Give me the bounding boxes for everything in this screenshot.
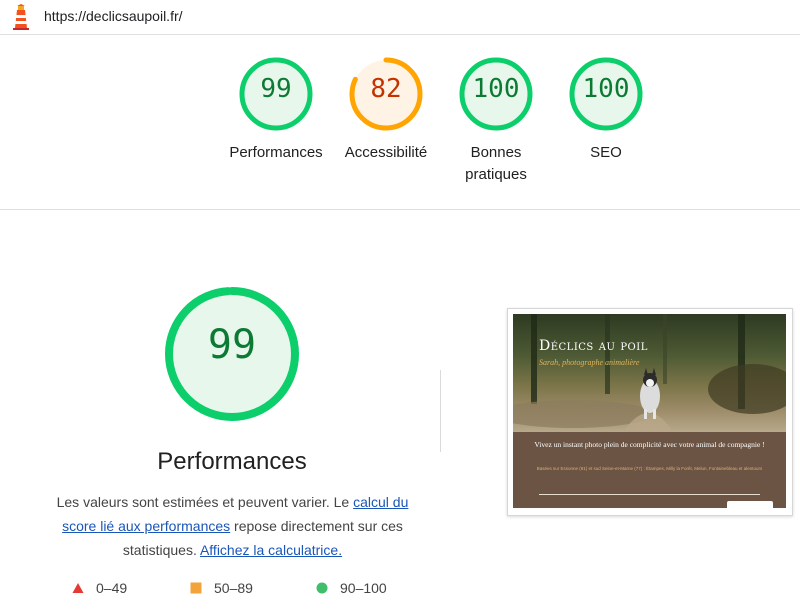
gauge-score: 99	[260, 74, 292, 104]
legend-pass: 90–100	[316, 578, 387, 598]
site-title: Déclics au poil	[539, 338, 648, 354]
performance-description: Les valeurs sont estimées et peuvent var…	[40, 490, 425, 562]
gauge-label: Bonnes pratiques	[465, 144, 527, 183]
legend-average: 50–89	[190, 578, 253, 598]
forest-dog-image	[513, 314, 786, 432]
gauge-score: 100	[582, 74, 630, 104]
site-subtitle: Sarah, photographe animalière	[539, 358, 640, 367]
section-divider	[0, 209, 800, 210]
gauge-seo[interactable]: 100 SEO	[551, 56, 661, 164]
site-divider	[539, 494, 760, 495]
url-bar: https://declicsaupoil.fr/	[0, 0, 800, 35]
calculator-link[interactable]: Affichez la calculatrice.	[200, 542, 342, 558]
square-icon	[190, 582, 202, 594]
lighthouse-icon	[13, 4, 29, 30]
circle-icon	[316, 582, 328, 594]
performance-score-large: 99	[207, 322, 257, 368]
desc-text: Les valeurs sont estimées et peuvent var…	[56, 494, 354, 510]
gauge-score: 100	[472, 74, 520, 104]
legend-fail: 0–49	[72, 578, 127, 598]
vertical-separator	[440, 370, 441, 452]
gauge-accessibility[interactable]: 82 Accessibilité	[331, 56, 441, 164]
site-headline: Vivez un instant photo plein de complici…	[534, 440, 765, 449]
gauge-performance[interactable]: 99 Performances	[221, 56, 331, 164]
gauge-label: Accessibilité	[344, 144, 428, 161]
site-content: Vivez un instant photo plein de complici…	[513, 432, 786, 508]
gauge-label: SEO	[590, 144, 622, 161]
performance-title: Performances	[157, 448, 307, 475]
gauge-best-practices[interactable]: 100 Bonnes pratiques	[441, 56, 551, 186]
legend-range: 50–89	[214, 580, 253, 596]
page-url[interactable]: https://declicsaupoil.fr/	[44, 8, 183, 24]
site-widget	[727, 501, 773, 508]
page-screenshot[interactable]: Déclics au poil Sarah, photographe anima…	[513, 314, 786, 508]
gauge-label: Performances	[229, 144, 323, 161]
site-location-text: Basées sur Essonne (91) et sud Seine-et-…	[536, 466, 763, 471]
gauge-score: 82	[370, 74, 402, 104]
legend-range: 0–49	[96, 580, 128, 596]
triangle-icon	[72, 583, 84, 593]
legend-range: 90–100	[340, 580, 387, 596]
